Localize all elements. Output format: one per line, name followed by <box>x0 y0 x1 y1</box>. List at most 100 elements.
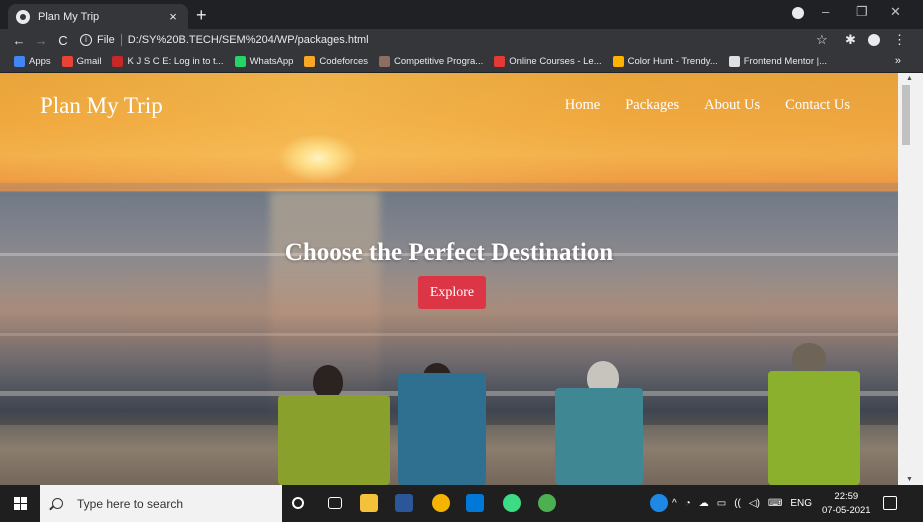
wifi-icon[interactable]: (( <box>734 498 741 509</box>
bookmark-favicon-icon <box>612 56 624 67</box>
scroll-up-icon[interactable]: ▲ <box>906 75 913 82</box>
bookmark-item[interactable]: WhatsApp <box>234 56 294 67</box>
globe-icon <box>16 9 30 24</box>
bookmark-label: Frontend Mentor |... <box>743 56 828 67</box>
site-logo[interactable]: Plan My Trip <box>40 93 163 119</box>
restore-button[interactable]: ❐ <box>856 4 868 20</box>
person-head <box>313 365 343 399</box>
person-head <box>792 343 826 373</box>
scroll-down-icon[interactable]: ▼ <box>906 476 913 483</box>
wave <box>0 333 898 336</box>
chevron-up-icon[interactable]: ^ <box>672 498 677 509</box>
horizon <box>0 183 898 189</box>
reload-button[interactable]: C <box>52 33 74 48</box>
window-close-button[interactable]: ✕ <box>890 4 901 20</box>
browser-menu-icon[interactable]: ⋮ <box>893 32 906 48</box>
bookmark-item[interactable]: K J S C E: Log in to t... <box>112 56 224 67</box>
explore-button[interactable]: Explore <box>418 276 486 309</box>
page-scrollbar[interactable]: ▲ ▼ <box>898 73 923 485</box>
clock-date: 07-05-2021 <box>822 505 871 516</box>
vscode-icon[interactable] <box>466 494 484 512</box>
bookmark-label: WhatsApp <box>249 56 294 67</box>
task-view-icon[interactable] <box>328 497 342 509</box>
file-label: File <box>97 34 115 46</box>
bookmark-favicon-icon <box>304 56 316 67</box>
bookmark-item[interactable]: Apps <box>14 56 51 67</box>
beach-chair <box>398 373 486 485</box>
help-icon[interactable] <box>650 494 668 512</box>
cloud-icon[interactable]: ☁ <box>699 498 709 509</box>
beach-chair <box>278 395 390 485</box>
address-bar[interactable]: i File D:/SY%20B.TECH/SEM%204/WP/package… <box>80 29 840 51</box>
bookmark-label: Color Hunt - Trendy... <box>627 56 718 67</box>
site-nav: Home Packages About Us Contact Us <box>540 97 850 114</box>
windows-logo-icon <box>13 497 27 510</box>
taskbar-search[interactable]: Type here to search <box>40 485 282 522</box>
bookmark-item[interactable]: Frontend Mentor |... <box>728 56 828 67</box>
app-icon[interactable] <box>538 494 556 512</box>
browser-tab-strip: Plan My Trip × + – ❐ ✕ <box>0 0 923 29</box>
hero-section: Plan My Trip Home Packages About Us Cont… <box>0 73 898 485</box>
profile-icon[interactable] <box>792 7 804 19</box>
chrome-icon[interactable] <box>432 494 450 512</box>
url-text[interactable]: D:/SY%20B.TECH/SEM%204/WP/packages.html <box>128 34 369 46</box>
bookmarks-bar: Apps Gmail K J S C E: Log in to t... WhatsA… <box>0 51 923 73</box>
bookmark-favicon-icon <box>728 56 740 67</box>
bookmark-favicon-icon <box>494 56 506 67</box>
tab-close-icon[interactable]: × <box>166 9 180 24</box>
bookmark-favicon-icon <box>112 56 124 67</box>
network-icon[interactable]: ◔ <box>685 498 691 509</box>
bookmark-item[interactable]: Online Courses - Le... <box>494 56 602 67</box>
clock[interactable]: 22:59 07-05-2021 <box>822 490 871 518</box>
language-indicator[interactable]: ENG <box>790 498 812 509</box>
extensions-icon[interactable]: ✱ <box>845 32 856 48</box>
tab-title: Plan My Trip <box>38 10 100 23</box>
bookmark-label: Apps <box>29 56 51 67</box>
bookmark-item[interactable]: Color Hunt - Trendy... <box>612 56 718 67</box>
browser-tab[interactable]: Plan My Trip × <box>8 4 188 29</box>
system-tray: ^ ◔ ☁ ▭ (( ◁) ⌨ ENG <box>672 485 812 522</box>
bookmark-label: Online Courses - Le... <box>509 56 602 67</box>
bookmark-favicon-icon <box>61 56 73 67</box>
windows-taskbar: Type here to search ^ ◔ ☁ ▭ (( ◁) ⌨ ENG … <box>0 485 923 522</box>
bookmark-favicon-icon <box>234 56 246 67</box>
notifications-icon[interactable] <box>883 496 897 510</box>
clock-time: 22:59 <box>834 491 859 502</box>
nav-link-contact-us[interactable]: Contact Us <box>785 97 850 114</box>
start-button[interactable] <box>0 485 40 522</box>
bookmarks-overflow-icon[interactable]: » <box>895 55 901 67</box>
info-icon[interactable]: i <box>80 34 92 46</box>
back-button[interactable]: ← <box>8 33 30 48</box>
account-icon[interactable] <box>868 34 880 46</box>
browser-toolbar: ← → C i File D:/SY%20B.TECH/SEM%204/WP/p… <box>0 29 923 51</box>
bookmark-favicon-icon <box>379 56 390 67</box>
bookmark-item[interactable]: Codeforces <box>304 56 368 67</box>
new-tab-button[interactable]: + <box>196 6 207 24</box>
file-explorer-icon[interactable] <box>360 494 378 512</box>
battery-icon[interactable]: ▭ <box>717 498 726 509</box>
cortana-icon[interactable] <box>292 497 304 509</box>
bookmark-item[interactable]: Competitive Progra... <box>379 56 483 67</box>
volume-icon[interactable]: ◁) <box>749 498 760 509</box>
bookmark-label: Codeforces <box>319 56 368 67</box>
bookmark-favicon-icon <box>14 56 25 67</box>
beach-chair <box>555 388 643 485</box>
forward-button[interactable]: → <box>30 33 52 48</box>
search-placeholder: Type here to search <box>77 496 184 511</box>
nav-link-packages[interactable]: Packages <box>625 97 679 114</box>
keyboard-icon[interactable]: ⌨ <box>768 498 782 509</box>
beach-chair <box>768 371 860 485</box>
bookmark-label: Competitive Progra... <box>394 56 484 67</box>
divider <box>120 34 122 46</box>
word-icon[interactable] <box>395 494 413 512</box>
nav-link-home[interactable]: Home <box>565 97 600 114</box>
bookmark-label: Gmail <box>76 56 102 67</box>
nav-link-about-us[interactable]: About Us <box>704 97 760 114</box>
bookmark-star-icon[interactable]: ☆ <box>816 32 828 48</box>
bookmark-item[interactable]: Gmail <box>61 56 102 67</box>
hero-title: Choose the Perfect Destination <box>284 239 614 266</box>
bookmark-label: K J S C E: Log in to t... <box>127 56 224 67</box>
android-studio-icon[interactable] <box>503 494 521 512</box>
scroll-thumb[interactable] <box>902 85 910 145</box>
minimize-button[interactable]: – <box>822 4 829 19</box>
